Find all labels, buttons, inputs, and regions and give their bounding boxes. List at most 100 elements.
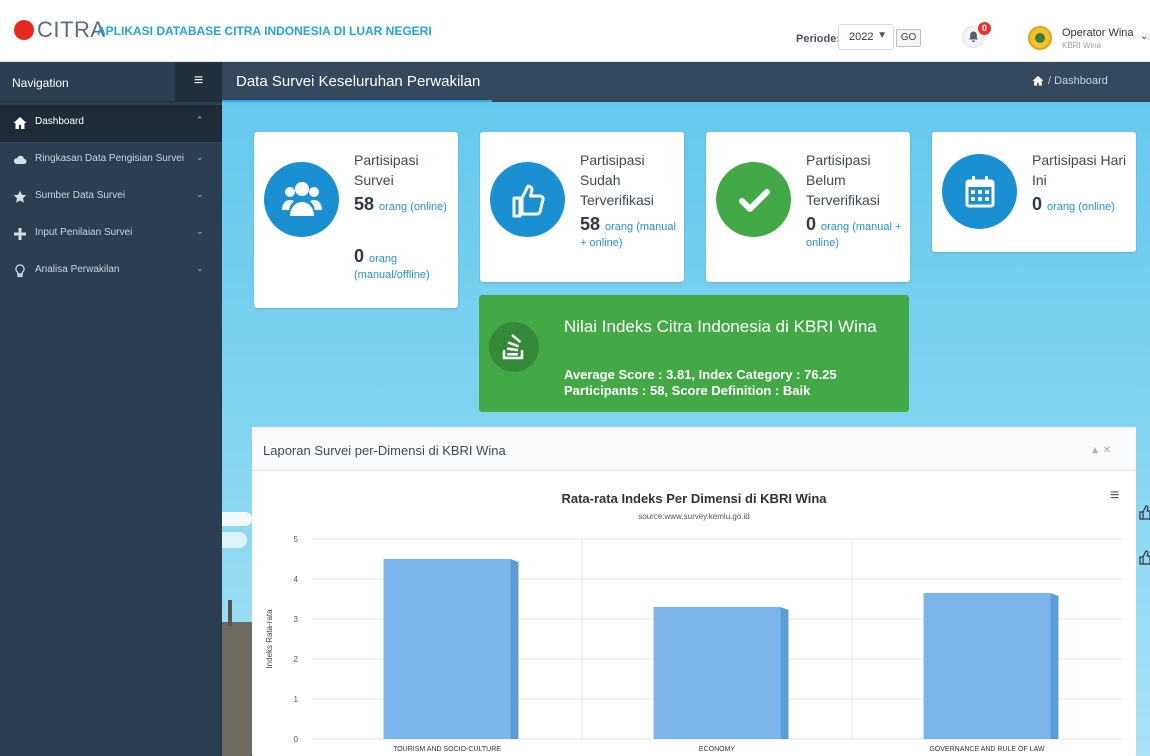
calendar-icon	[965, 176, 995, 208]
panel-header: Laporan Survei per-Dimensi di KBRI Wina …	[252, 427, 1136, 471]
stat-icon-circle	[942, 154, 1017, 229]
index-participants-line: Participants : 58, Score Definition : Ba…	[564, 383, 811, 398]
bar	[383, 559, 511, 739]
stat-number: 0	[1032, 194, 1043, 214]
x-tick-label: GOVERNANCE AND RULE OF LAW	[929, 746, 1045, 753]
sidebar-item-label: Ringkasan Data Pengisian Survei	[35, 153, 184, 164]
background-cloud	[222, 512, 252, 526]
cloud-icon	[13, 155, 27, 164]
report-panel: Laporan Survei per-Dimensi di KBRI Wina …	[252, 427, 1136, 756]
x-tick-label: TOURISM AND SOCIO-CULTURE	[393, 746, 501, 753]
chevron-down-icon: ⌄	[196, 189, 204, 199]
side-feedback-icons[interactable]	[1138, 504, 1150, 574]
periode-select[interactable]: 2022 ▼	[838, 24, 894, 50]
menu-toggle-icon[interactable]: ≡	[175, 62, 222, 102]
stat-card-hari-ini: Partisipasi Hari Ini 0 orang (online)	[932, 132, 1136, 252]
index-title: Nilai Indeks Citra Indonesia di KBRI Win…	[564, 317, 877, 336]
stack-exchange-icon	[502, 334, 524, 360]
stat-title: Partisipasi Hari Ini	[1032, 152, 1127, 188]
y-tick-label: 0	[294, 735, 299, 744]
chevron-down-icon: ▼	[877, 30, 887, 41]
y-tick-label: 5	[294, 535, 299, 544]
bell-icon	[969, 31, 978, 42]
bar	[923, 593, 1051, 739]
sidebar-item-dashboard[interactable]: Dashboard ⌃	[0, 105, 222, 142]
star-icon	[13, 190, 27, 203]
y-axis-label: Indeks Rata-rata	[265, 609, 274, 669]
y-tick-label: 2	[294, 655, 299, 664]
chevron-down-icon: ⌄	[196, 263, 204, 273]
home-icon	[13, 117, 27, 129]
stat-icon-circle	[716, 162, 791, 237]
x-tick-label: ECONOMY	[699, 746, 736, 753]
sidebar-title: Navigation	[12, 76, 69, 90]
chevron-down-icon: ⌄	[196, 226, 204, 236]
chart-title: Rata-rata Indeks Per Dimensi di KBRI Win…	[561, 491, 827, 506]
sidebar-item-input-penilaian[interactable]: Input Penilaian Survei ⌄	[0, 216, 222, 253]
background-cloud	[222, 532, 247, 548]
stat-card-belum-terverifikasi: Partisipasi Belum Terverifikasi 0 orang (…	[706, 132, 910, 282]
y-tick-label: 4	[294, 575, 299, 584]
main-content: Partisipasi Survei 58 orang (online) 0 ora…	[222, 102, 1150, 756]
breadcrumb: / Dashboard	[1032, 75, 1108, 87]
sidebar-item-label: Sumber Data Survei	[35, 190, 126, 201]
chart-menu-icon[interactable]: ≡	[1110, 487, 1119, 505]
sidebar-header: Navigation ≡	[0, 62, 222, 102]
thumbs-up-icon[interactable]	[1138, 504, 1150, 520]
sidebar-item-label: Dashboard	[35, 116, 84, 127]
user-menu-chevron-icon[interactable]: ⌄	[1140, 31, 1148, 42]
stat-card-partisipasi-survei: Partisipasi Survei 58 orang (online) 0 ora…	[254, 132, 458, 308]
user-name[interactable]: Operator Wina	[1062, 27, 1134, 39]
stat-icon-circle	[489, 322, 539, 372]
bar-side	[780, 607, 789, 739]
home-icon[interactable]	[1032, 75, 1044, 86]
background-building	[222, 600, 254, 756]
stat-label: orang (online)	[379, 201, 447, 213]
users-icon	[282, 182, 322, 216]
bar-chart: 0 1 2 3 4 5 Indeks Rata-rata TOURISM AND SOCIO-…	[265, 535, 1122, 753]
stat-line: 58 orang (online)	[354, 194, 454, 215]
y-tick-label: 3	[294, 615, 299, 624]
sidebar-item-sumber-data[interactable]: Sumber Data Survei ⌄	[0, 179, 222, 216]
top-header: CITRA APLIKASI DATABASE CITRA INDONESIA …	[0, 0, 1150, 62]
stat-number: 0	[806, 214, 817, 234]
index-summary-card: Nilai Indeks Citra Indonesia di KBRI Win…	[479, 295, 909, 412]
stat-title: Partisipasi Sudah Terverifikasi	[580, 152, 654, 208]
bulb-icon	[15, 264, 25, 278]
stat-title: Partisipasi Survei	[354, 152, 419, 188]
sidebar-item-label: Analisa Perwakilan	[35, 264, 120, 275]
plus-icon	[14, 228, 26, 240]
app-title: APLIKASI DATABASE CITRA INDONESIA DI LUA…	[97, 24, 432, 38]
stat-card-sudah-terverifikasi: Partisipasi Sudah Terverifikasi 58 orang …	[480, 132, 684, 282]
bar-side	[1050, 593, 1059, 739]
periode-label: Periode:	[796, 33, 841, 45]
thumbs-up-icon	[512, 184, 545, 218]
sidebar-item-analisa[interactable]: Analisa Perwakilan ⌄	[0, 253, 222, 290]
check-icon	[739, 189, 770, 212]
sidebar-item-ringkasan[interactable]: Ringkasan Data Pengisian Survei ⌄	[0, 142, 222, 179]
breadcrumb-current[interactable]: / Dashboard	[1048, 75, 1108, 87]
stat-line: 0 orang (manual/offline)	[354, 246, 454, 283]
stat-label: orang (manual + online)	[806, 221, 902, 249]
stat-number: 0	[354, 246, 365, 266]
stat-label: orang (online)	[1047, 201, 1115, 213]
panel-tools[interactable]: ▲ ✕	[1090, 445, 1111, 456]
page-title: Data Survei Keseluruhan Perwakilan	[236, 73, 481, 90]
user-office: KBRI Wina	[1062, 41, 1102, 50]
stat-label: orang (manual/offline)	[354, 253, 430, 281]
chevron-up-icon: ⌃	[196, 115, 204, 125]
stat-line: 58 orang (manual + online)	[580, 215, 680, 251]
avatar[interactable]	[1028, 26, 1052, 50]
go-button[interactable]: GO	[896, 29, 921, 47]
bar-side	[510, 559, 519, 739]
sidebar-item-label: Input Penilaian Survei	[35, 227, 133, 238]
notification-badge: 0	[978, 22, 991, 35]
logo-text: CITRA	[37, 17, 106, 42]
stat-icon-circle	[264, 162, 339, 237]
stat-number: 58	[354, 194, 375, 214]
y-tick-label: 1	[294, 695, 299, 704]
thumbs-up-outline-icon[interactable]	[1138, 549, 1150, 565]
logo-icon	[14, 20, 34, 40]
stat-title: Partisipasi Belum Terverifikasi	[806, 152, 880, 208]
periode-value: 2022	[849, 31, 874, 43]
